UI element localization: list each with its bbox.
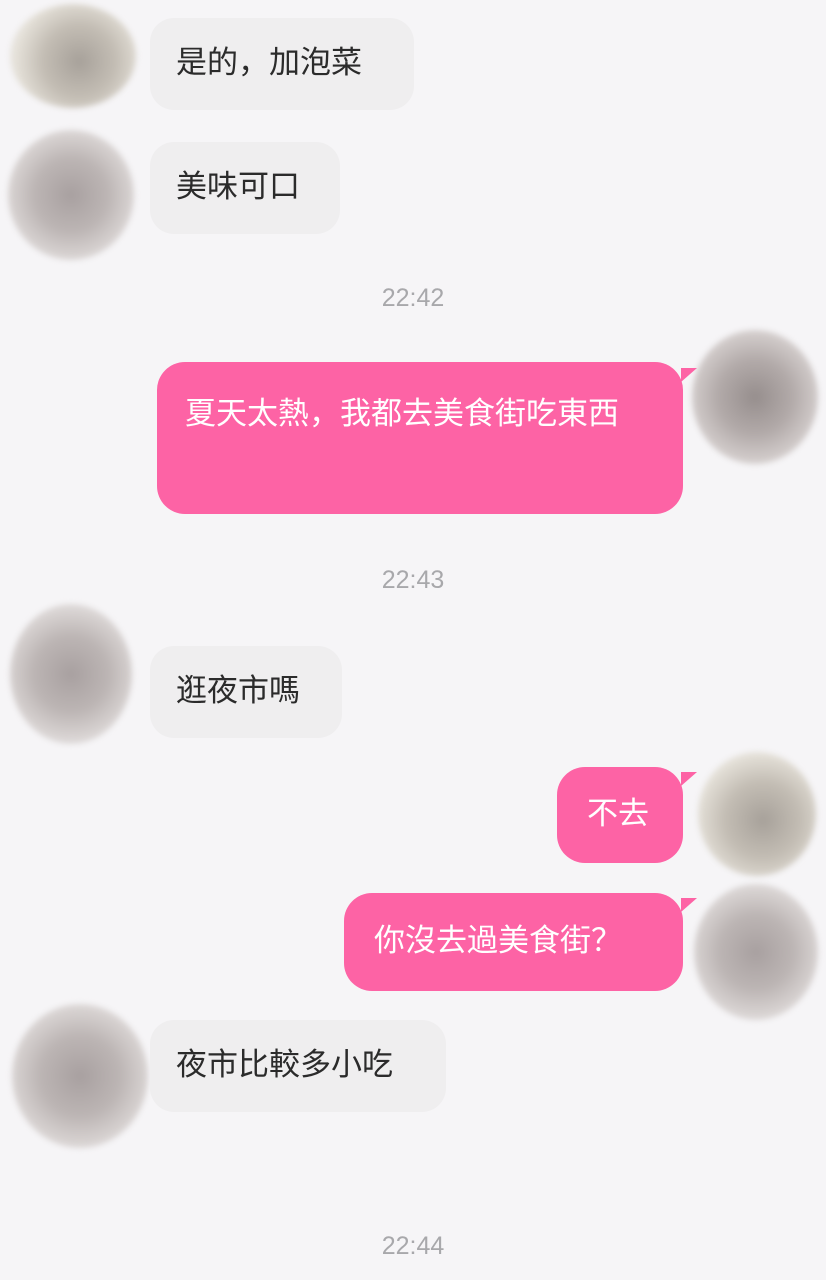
outgoing-message-bubble[interactable]: 夏天太熱，我都去美食街吃東西 (157, 362, 683, 514)
incoming-message-bubble[interactable]: 逛夜市嗎 (150, 646, 342, 738)
message-text: 夜市比較多小吃 (176, 1047, 393, 1083)
bubble-tail (681, 898, 697, 912)
timestamp: 22:43 (381, 566, 445, 594)
bubble-tail (681, 772, 697, 786)
outgoing-message-bubble[interactable]: 不去 (557, 767, 683, 863)
message-text: 是的，加泡菜 (176, 45, 362, 81)
avatar[interactable] (8, 130, 134, 260)
outgoing-message-bubble[interactable]: 你沒去過美食街？ (344, 893, 683, 991)
avatar[interactable] (698, 752, 816, 876)
avatar[interactable] (692, 330, 818, 464)
timestamp: 22:44 (381, 1232, 445, 1260)
incoming-message-bubble[interactable]: 美味可口 (150, 142, 340, 234)
message-text: 美味可口 (176, 169, 300, 205)
message-text: 你沒去過美食街？ (374, 923, 622, 959)
avatar[interactable] (12, 1004, 148, 1148)
timestamp: 22:42 (381, 284, 445, 312)
incoming-message-bubble[interactable]: 夜市比較多小吃 (150, 1020, 446, 1112)
avatar[interactable] (10, 604, 132, 744)
message-text: 夏天太熱，我都去美食街吃東西 (185, 396, 619, 432)
bubble-tail (681, 368, 697, 382)
avatar[interactable] (694, 884, 818, 1020)
message-text: 不去 (587, 796, 649, 832)
message-text: 逛夜市嗎 (176, 673, 300, 709)
avatar[interactable] (10, 4, 136, 108)
incoming-message-bubble[interactable]: 是的，加泡菜 (150, 18, 414, 110)
